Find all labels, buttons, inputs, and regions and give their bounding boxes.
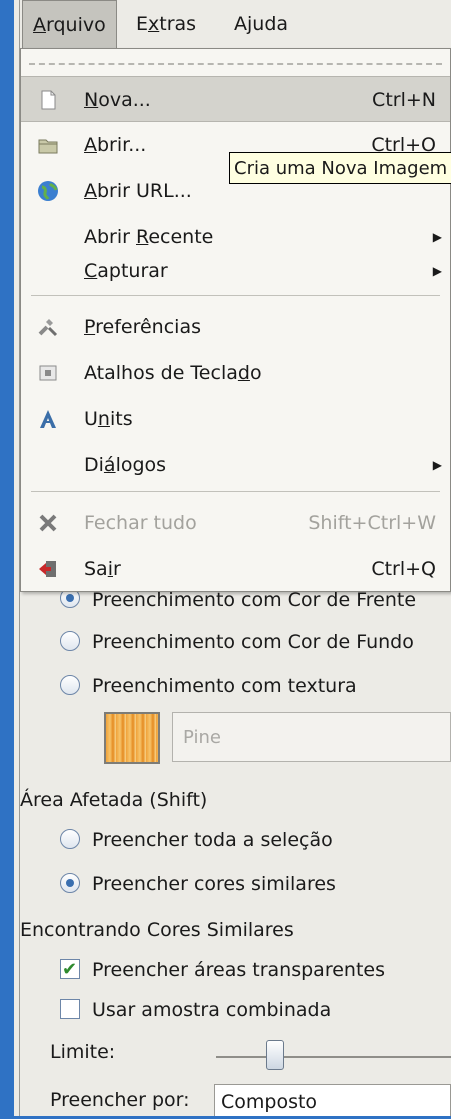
folder-open-icon [38,139,58,154]
threshold-slider-track[interactable] [216,1056,451,1058]
menu-item-accel: Ctrl+Q [371,558,436,580]
menu-label: E [136,13,149,35]
menu-item-accel: Ctrl+N [372,89,436,111]
checkbox-label: Preencher áreas transparentes [92,959,385,981]
menu-item-label: Diálogos [84,454,167,476]
radio-button[interactable] [60,873,80,893]
affected-area-label: Área Afetada (Shift) [20,789,208,811]
radio-button[interactable] [60,631,80,651]
menu-item-nova[interactable]: Nova... Ctrl+N [21,76,450,122]
pattern-swatch[interactable] [104,712,160,764]
globe-icon [38,181,58,201]
menu-separator [31,491,440,492]
close-all-icon [39,514,57,532]
fill-by-label: Preencher por: [50,1089,190,1111]
tooltip: Cria uma Nova Imagem [229,152,451,184]
checkbox[interactable] [60,999,80,1019]
menu-item-label: Fechar tudo [84,512,197,534]
new-document-icon [41,90,56,110]
radio-label: Preenchimento com textura [92,675,357,697]
tearoff-line[interactable] [29,63,442,65]
menu-item-preferencias[interactable]: Preferências [21,304,450,350]
radio-label: Preencher cores similares [92,873,336,895]
menu-item-atalhos[interactable]: Atalhos de Teclado [21,350,450,396]
menu-label: A [234,13,247,35]
menu-item-label: Preferências [84,316,201,338]
menu-item-label: Capturar [84,260,168,282]
radio-button[interactable] [60,829,80,849]
menu-item-units[interactable]: Units [21,396,450,442]
menu-item-sair[interactable]: Sair Ctrl+Q [21,546,450,592]
menu-item-label: Abrir... [84,134,147,156]
radio-label: Preenchimento com Cor de Fundo [92,631,414,653]
fill-by-select[interactable]: Composto [214,1084,451,1118]
checkbox[interactable] [60,952,80,988]
submenu-arrow-icon: ▶ [432,264,442,278]
window-frame-left [0,0,14,1119]
radio-label: Preencher toda a seleção [92,829,333,851]
keyboard-icon [39,365,57,381]
menu-label: rquivo [46,14,106,36]
fill-options-panel: Preenchimento com Cor de Frente Preenchi… [20,586,451,1118]
menu-item-fechar-tudo[interactable]: Fechar tudo Shift+Ctrl+W [21,500,450,546]
menu-item-label: Sair [84,558,121,580]
menu-label: tras [159,13,197,35]
menu-item-label: Units [84,408,133,430]
similar-colors-label: Encontrando Cores Similares [20,919,294,941]
units-icon [40,410,56,428]
menubar: Arquivo Extras Ajuda [20,0,451,49]
quit-icon [39,561,56,577]
menu-mnemonic: x [148,13,160,35]
checkbox-label: Usar amostra combinada [92,999,332,1021]
threshold-label: Limite: [50,1041,116,1063]
menu-extras[interactable]: Extras [126,0,206,48]
menu-mnemonic: A [33,14,46,36]
menu-arquivo[interactable]: Arquivo [22,0,117,48]
radio-button[interactable] [60,675,80,695]
menu-item-label: Atalhos de Teclado [84,362,262,384]
menu-item-accel: Shift+Ctrl+W [308,512,436,534]
submenu-arrow-icon: ▶ [432,458,442,472]
menu-item-label: Abrir URL... [84,180,192,202]
menu-item-dialogos[interactable]: Diálogos ▶ [21,442,450,488]
pattern-name-field[interactable]: Pine [172,712,451,762]
menu-separator [31,295,440,296]
preferences-icon [38,319,58,337]
menu-ajuda[interactable]: Ajuda [224,0,298,48]
menu-item-capturar[interactable]: Capturar ▶ [21,248,450,294]
threshold-slider-thumb[interactable] [266,1040,284,1070]
menu-item-label: Nova... [84,89,151,111]
menu-label: uda [252,13,289,35]
file-menu: Nova... Ctrl+N Abrir... Ctrl+O Abrir URL… [20,48,451,592]
